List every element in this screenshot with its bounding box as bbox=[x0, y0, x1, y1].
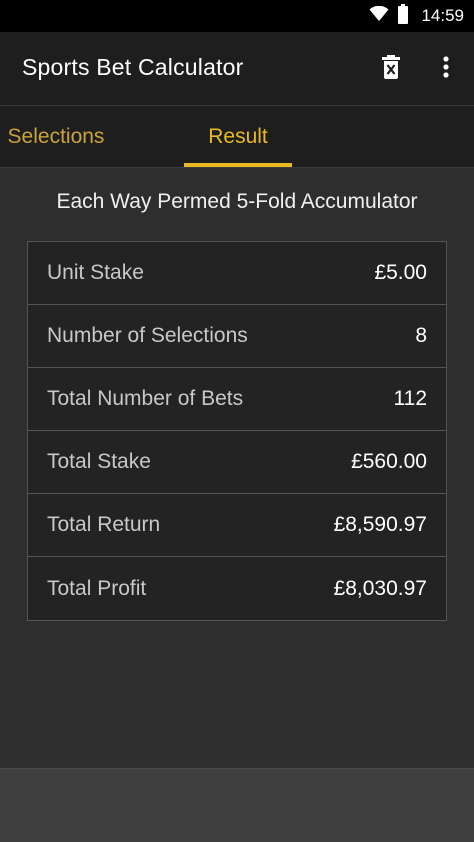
row-value: £5.00 bbox=[374, 261, 427, 284]
table-row-total-number-of-bets: Total Number of Bets 112 bbox=[28, 368, 446, 431]
result-content: Each Way Permed 5-Fold Accumulator Unit … bbox=[0, 168, 474, 768]
table-row-total-return: Total Return £8,590.97 bbox=[28, 494, 446, 557]
row-value: £560.00 bbox=[351, 450, 427, 473]
delete-icon bbox=[381, 54, 401, 84]
tab-bar: Selections Result bbox=[0, 106, 474, 168]
table-row-number-of-selections: Number of Selections 8 bbox=[28, 305, 446, 368]
tab-selections[interactable]: Selections bbox=[0, 106, 148, 168]
row-label: Total Stake bbox=[47, 450, 151, 473]
status-bar: 14:59 bbox=[0, 0, 474, 32]
row-label: Number of Selections bbox=[47, 324, 248, 347]
wifi-icon bbox=[369, 5, 389, 27]
app-title: Sports Bet Calculator bbox=[22, 54, 244, 80]
tab-indicator bbox=[184, 163, 292, 167]
row-value: 8 bbox=[415, 324, 427, 347]
battery-icon bbox=[397, 3, 409, 29]
row-value: 112 bbox=[393, 387, 427, 410]
row-label: Total Number of Bets bbox=[47, 387, 244, 410]
status-time: 14:59 bbox=[421, 6, 464, 25]
table-row-unit-stake: Unit Stake £5.00 bbox=[28, 242, 446, 305]
row-value: £8,590.97 bbox=[333, 513, 427, 536]
table-row-total-stake: Total Stake £560.00 bbox=[28, 431, 446, 494]
row-label: Unit Stake bbox=[47, 261, 144, 284]
bottom-bar bbox=[0, 768, 474, 842]
table-row-total-profit: Total Profit £8,030.97 bbox=[28, 557, 446, 620]
more-vert-icon bbox=[443, 55, 449, 83]
tab-result[interactable]: Result bbox=[184, 106, 292, 168]
row-label: Total Return bbox=[47, 513, 161, 536]
more-options-button[interactable] bbox=[431, 54, 461, 84]
status-icons: 14:59 bbox=[369, 0, 464, 32]
app-bar: Sports Bet Calculator bbox=[0, 32, 474, 106]
row-value: £8,030.97 bbox=[333, 576, 427, 600]
result-table: Unit Stake £5.00 Number of Selections 8 … bbox=[27, 241, 447, 621]
bet-type-title: Each Way Permed 5-Fold Accumulator bbox=[56, 190, 418, 213]
delete-button[interactable] bbox=[376, 54, 406, 84]
row-label: Total Profit bbox=[47, 576, 147, 600]
